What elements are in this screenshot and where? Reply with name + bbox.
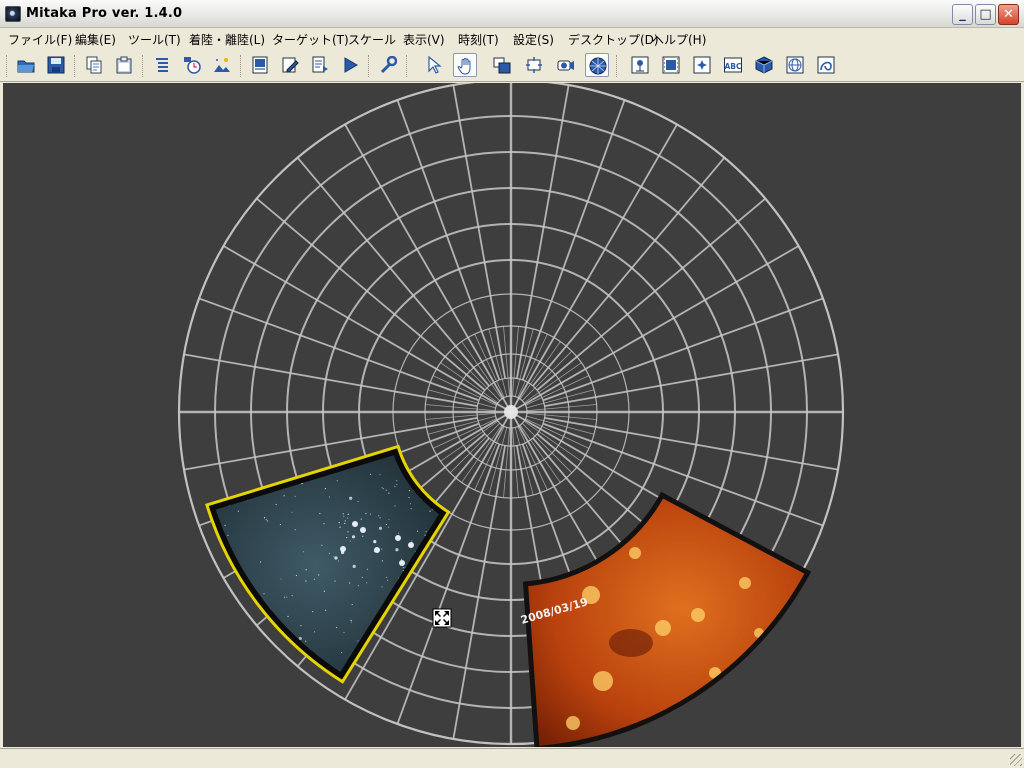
- toolbar-separator: [74, 55, 77, 77]
- cube-icon: [755, 56, 773, 74]
- close-button[interactable]: ✕: [998, 4, 1019, 25]
- menu-target[interactable]: ターゲット(T): [272, 31, 349, 48]
- starfield-icon: [693, 56, 711, 74]
- film-frame-button[interactable]: [659, 53, 683, 77]
- window-title: Mitaka Pro ver. 1.4.0: [26, 6, 183, 21]
- curve-tool-button[interactable]: [814, 53, 838, 77]
- open-folder-button[interactable]: [14, 53, 38, 77]
- dome-grid-canvas[interactable]: 2008/03/19: [3, 83, 1021, 747]
- window-layout-icon: [493, 57, 511, 74]
- select-cursor-button[interactable]: [422, 53, 446, 77]
- layer-list-button[interactable]: [150, 53, 174, 77]
- minimize-button[interactable]: _: [952, 4, 973, 25]
- window-layout-button[interactable]: [490, 53, 514, 77]
- cube-button[interactable]: [752, 53, 776, 77]
- menu-time[interactable]: 時刻(T): [458, 31, 499, 48]
- pin-image-icon: [631, 56, 649, 74]
- menu-desktop[interactable]: デスクトップ(D): [568, 31, 659, 48]
- status-bar: [0, 748, 1024, 768]
- clock-settings-button[interactable]: [180, 53, 204, 77]
- landscape-button[interactable]: [210, 53, 234, 77]
- toolbar-separator: [406, 55, 409, 77]
- toolbar: ABC: [0, 49, 1024, 82]
- dome-view-icon: [589, 57, 607, 75]
- menu-landing[interactable]: 着陸・離陸(L): [189, 31, 265, 48]
- paste-button[interactable]: [112, 53, 136, 77]
- edit-pencil-icon: [282, 57, 299, 73]
- wrench-button[interactable]: [376, 53, 400, 77]
- wrench-icon: [380, 56, 397, 74]
- menu-edit[interactable]: 編集(E): [75, 31, 116, 48]
- layer-list-icon: [156, 58, 168, 72]
- copy-button[interactable]: [82, 53, 106, 77]
- clipboard-icon: [116, 56, 132, 74]
- toolbar-separator: [240, 55, 243, 77]
- text-abc-label: ABC: [724, 62, 742, 71]
- maximize-button[interactable]: □: [975, 4, 996, 25]
- document-export-button[interactable]: [308, 53, 332, 77]
- pin-image-button[interactable]: [628, 53, 652, 77]
- hand-pan-button[interactable]: [453, 53, 477, 77]
- landscape-image-icon: [214, 58, 230, 72]
- move-cursor-icon: [432, 608, 452, 628]
- curve-tool-icon: [817, 56, 835, 74]
- window-resize-icon: [526, 57, 542, 73]
- save-button[interactable]: [44, 53, 68, 77]
- toolbar-separator: [142, 55, 145, 77]
- toolbar-separator: [368, 55, 371, 77]
- projector-button[interactable]: [554, 53, 578, 77]
- play-button[interactable]: [338, 53, 362, 77]
- document-arrow-icon: [312, 56, 328, 73]
- sun-xray-image[interactable]: 2008/03/19: [519, 491, 812, 747]
- text-label-button[interactable]: ABC: [721, 53, 745, 77]
- play-icon: [344, 57, 358, 73]
- open-folder-icon: [17, 60, 35, 73]
- menu-help[interactable]: ヘルプ(H): [652, 31, 706, 48]
- film-frame-icon: [662, 56, 680, 74]
- edit-button[interactable]: [278, 53, 302, 77]
- menu-scale[interactable]: スケール: [348, 31, 396, 48]
- hand-pan-icon: [457, 58, 471, 75]
- dome-view-button[interactable]: [585, 53, 609, 77]
- globe-grid-button[interactable]: [783, 53, 807, 77]
- menu-view[interactable]: 表示(V): [403, 31, 445, 48]
- clock-settings-icon: [184, 57, 201, 74]
- menu-bar: ファイル(F) 編集(E) ツール(T) 着陸・離陸(L) ターゲット(T) ス…: [0, 28, 1024, 49]
- page-icon: [252, 56, 268, 74]
- pleiades-star-cluster-image[interactable]: [205, 444, 451, 684]
- save-disk-icon: [47, 56, 65, 74]
- text-abc-icon: ABC: [724, 57, 742, 73]
- dome-viewport[interactable]: 2008/03/19: [3, 83, 1021, 747]
- menu-tools[interactable]: ツール(T): [128, 31, 181, 48]
- globe-grid-icon: [786, 56, 804, 74]
- menu-file[interactable]: ファイル(F): [8, 31, 72, 48]
- title-bar[interactable]: Mitaka Pro ver. 1.4.0 _ □ ✕: [0, 0, 1024, 28]
- window-resize-button[interactable]: [522, 53, 546, 77]
- toolbar-grip[interactable]: [6, 55, 9, 77]
- app-icon: [5, 6, 21, 22]
- cursor-arrow-icon: [428, 56, 442, 74]
- projector-icon: [557, 60, 574, 71]
- resize-grip[interactable]: [1010, 754, 1022, 766]
- starfield-button[interactable]: [690, 53, 714, 77]
- menu-settings[interactable]: 設定(S): [513, 31, 554, 48]
- toolbar-separator: [616, 55, 619, 77]
- copy-document-icon: [86, 56, 102, 74]
- page-button[interactable]: [248, 53, 272, 77]
